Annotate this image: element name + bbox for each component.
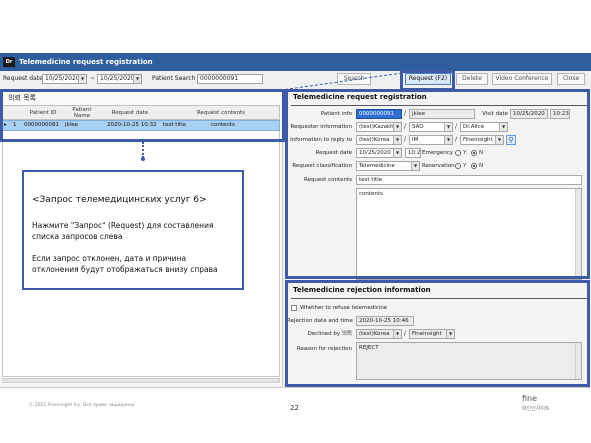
list-highlight: [0, 89, 285, 142]
callout-box: <Запрос телемедицинских услуг 6> Нажмите…: [22, 170, 244, 290]
app-logo-icon: Dr: [3, 57, 15, 67]
slide-top-area: [0, 0, 591, 48]
date-range-separator: ~: [90, 75, 96, 82]
patient-search-input[interactable]: 0000000091: [197, 74, 263, 84]
close-button[interactable]: Close: [557, 73, 585, 85]
request-date-label: Request date: [3, 75, 43, 82]
callout-connector-dot: [141, 157, 145, 161]
video-conference-button[interactable]: Video Conference: [492, 73, 552, 85]
date-from-field[interactable]: 10/25/2020 ▼: [42, 74, 87, 84]
date-to-field[interactable]: 10/25/2020 ▼: [97, 74, 142, 84]
patient-search-label: Patient Search: [152, 75, 196, 82]
date-from-value: 10/25/2020: [45, 75, 80, 82]
toolbar: Request date 10/25/2020 ▼ ~ 10/25/2020 ▼…: [0, 73, 591, 88]
title-bar: Dr Telemedicine request registration: [0, 53, 591, 71]
date-to-value: 10/25/2020: [100, 75, 135, 82]
copyright-text: Ⓒ 2021 Fineinsight Inc. Все права защище…: [29, 403, 136, 408]
horizontal-scrollbar[interactable]: [2, 378, 280, 383]
delete-button[interactable]: Delete: [456, 73, 488, 85]
request-form-highlight: [285, 89, 590, 279]
rejection-form-highlight: [285, 280, 590, 387]
brand-subtitle: 파인인사이트: [522, 406, 550, 412]
window-title: Telemedicine request registration: [19, 58, 153, 66]
callout-paragraph-2: Если запрос отклонен, дата и причина отк…: [32, 254, 218, 274]
date-from-dropdown-icon[interactable]: ▼: [78, 75, 86, 83]
date-to-dropdown-icon[interactable]: ▼: [133, 75, 141, 83]
callout-heading: <Запрос телемедицинских услуг 6>: [32, 195, 207, 205]
brand-logo: fine: [522, 394, 538, 403]
callout-paragraph-1: Нажмите "Запрос" (Request) для составлен…: [32, 221, 214, 241]
request-button-highlight: [400, 70, 455, 91]
page-number: 22: [290, 404, 299, 412]
callout-connector: [142, 142, 144, 158]
